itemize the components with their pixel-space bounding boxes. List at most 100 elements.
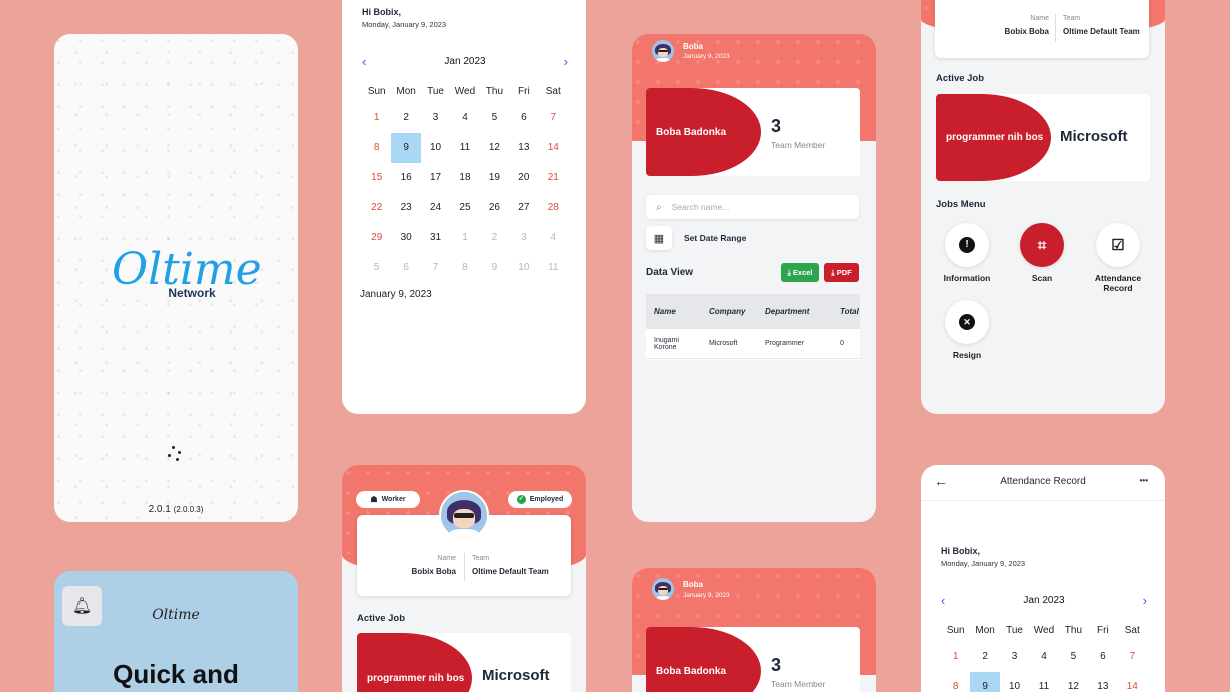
calendar-day[interactable]: 19 (480, 163, 509, 193)
calendar-day[interactable]: 28 (539, 193, 568, 223)
worker-badge[interactable]: ☗ Worker (356, 491, 420, 508)
worker-icon: ☗ (370, 495, 378, 504)
today-date: Monday, January 9, 2023 (362, 20, 447, 29)
excel-button[interactable]: ⤓ Excel (781, 263, 819, 282)
calendar-day[interactable]: 20 (509, 163, 538, 193)
calendar-day[interactable]: 13 (1088, 672, 1117, 692)
calendar-day[interactable]: 11 (539, 253, 568, 283)
calendar-day[interactable]: 17 (421, 163, 450, 193)
calendar-day[interactable]: 29 (362, 223, 391, 253)
calendar-day[interactable]: 6 (509, 103, 538, 133)
calendar-day[interactable]: 1 (362, 103, 391, 133)
calendar-day[interactable]: 2 (391, 103, 420, 133)
search-input[interactable]: ⌕ Search name... (646, 195, 859, 219)
calendar-day[interactable]: 23 (391, 193, 420, 223)
information-button[interactable]: ! Information (937, 223, 997, 283)
close-icon: ✕ (945, 300, 989, 344)
calendar-day[interactable]: 2 (970, 642, 999, 672)
calendar-day[interactable]: 4 (1029, 642, 1058, 672)
calendar-day[interactable]: 4 (539, 223, 568, 253)
calendar-day-selected[interactable]: 9 (970, 672, 1000, 692)
calendar-day[interactable]: 1 (941, 642, 970, 672)
more-icon[interactable]: ••• (1140, 476, 1148, 485)
member-count: 3 (771, 655, 782, 675)
active-job-title: Active Job (936, 73, 985, 84)
calendar-day[interactable]: 31 (421, 223, 450, 253)
search-placeholder: Search name... (671, 202, 730, 212)
calendar-day[interactable]: 24 (421, 193, 450, 223)
calendar-day[interactable]: 5 (362, 253, 391, 283)
calendar-day[interactable]: 8 (450, 253, 479, 283)
date-range-button[interactable]: ▦ Set Date Range (646, 226, 826, 250)
active-job-card[interactable]: programmer nih bos Microsoft (936, 94, 1150, 181)
calendar-day[interactable]: 22 (362, 193, 391, 223)
version-text: 2.0.1 (2.0.0.3) (148, 504, 204, 515)
prev-month-button[interactable]: ‹ (362, 54, 366, 69)
calendar-day[interactable]: 7 (539, 103, 568, 133)
calendar-day[interactable]: 14 (1118, 672, 1147, 692)
calendar-day[interactable]: 3 (421, 103, 450, 133)
calendar-day[interactable]: 4 (450, 103, 479, 133)
calendar-day[interactable]: 10 (509, 253, 538, 283)
calendar-day[interactable]: 1 (450, 223, 479, 253)
team-screen-2: Boba January 9, 2023 Boba Badonka 3 Team… (632, 568, 876, 692)
loading-spinner (166, 446, 184, 464)
calendar-day[interactable]: 10 (421, 133, 450, 163)
employed-badge[interactable]: ✓ Employed (508, 491, 572, 508)
calendar-day[interactable]: 16 (391, 163, 420, 193)
calendar-day[interactable]: 21 (539, 163, 568, 193)
calendar-day[interactable]: 6 (391, 253, 420, 283)
greeting: Hi Bobix, (362, 7, 402, 17)
next-month-button[interactable]: › (564, 54, 568, 69)
profile-screen: ☗ Worker ✓ Employed Name Bobix Boba Team O… (342, 465, 586, 692)
resign-button[interactable]: ✕ Resign (937, 300, 997, 360)
calendar-day[interactable]: 8 (941, 672, 970, 692)
calendar-day[interactable]: 5 (1059, 642, 1088, 672)
job-title: programmer nih bos (357, 633, 472, 692)
calendar-day[interactable]: 11 (450, 133, 479, 163)
calendar-day[interactable]: 14 (539, 133, 568, 163)
calendar-day[interactable]: 3 (1000, 642, 1029, 672)
calendar-day[interactable]: 3 (509, 223, 538, 253)
company-name: Microsoft (1060, 128, 1128, 145)
weekday-label: Mon (975, 625, 995, 636)
calendar-day[interactable]: 2 (480, 223, 509, 253)
calendar-day[interactable]: 18 (450, 163, 479, 193)
team-label: Team (472, 555, 490, 562)
calendar: ‹ Jan 2023 › Sun Mon Tue Wed Thu Fri Sat 1 2 3 4 5 6… (362, 54, 568, 283)
data-table: Name Company Department Total Inugami Ko… (646, 294, 860, 360)
avatar (439, 490, 489, 540)
calendar-day[interactable]: 8 (362, 133, 391, 163)
calendar-day[interactable]: 6 (1088, 642, 1117, 672)
pdf-button[interactable]: ⤓ PDF (824, 263, 859, 282)
calendar-day-selected[interactable]: 9 (391, 133, 421, 163)
calendar-day[interactable]: 5 (480, 103, 509, 133)
calendar-day[interactable]: 11 (1029, 672, 1058, 692)
table-row[interactable]: Inugami Korone Microsoft Programmer 0 (646, 329, 860, 359)
calendar-day[interactable]: 27 (509, 193, 538, 223)
prev-month-button[interactable]: ‹ (941, 593, 945, 608)
calendar-day[interactable]: 13 (509, 133, 538, 163)
active-job-card[interactable]: programmer nih bos Microsoft (357, 633, 571, 692)
calendar-day[interactable]: 30 (391, 223, 420, 253)
calendar-day[interactable]: 26 (480, 193, 509, 223)
calendar-day[interactable]: 12 (1059, 672, 1088, 692)
calendar-day[interactable]: 7 (421, 253, 450, 283)
calendar-day[interactable]: 12 (480, 133, 509, 163)
attendance-screen: ← Attendance Record ••• Hi Bobix, Monday… (921, 465, 1165, 692)
weekday-label: Mon (396, 86, 416, 97)
next-month-button[interactable]: › (1143, 593, 1147, 608)
calendar-day[interactable]: 25 (450, 193, 479, 223)
calendar-day[interactable]: 10 (1000, 672, 1029, 692)
weekday-label: Tue (427, 86, 444, 97)
onboarding-screen: 🔔︎ Oltime Quick and (54, 571, 298, 692)
scan-button[interactable]: ⌗ Scan (1012, 223, 1072, 283)
calendar-day[interactable]: 9 (480, 253, 509, 283)
user-date: January 9, 2023 (683, 53, 730, 60)
attendance-record-button[interactable]: ☑ Attendance Record (1088, 223, 1148, 293)
weekday-label: Sun (367, 86, 386, 97)
calendar-day[interactable]: 15 (362, 163, 391, 193)
calendar-grid: Sun Mon Tue Wed Thu Fri Sat 1 2 3 4 5 6 7 8 9 10 11 12 13 14 (941, 620, 1147, 692)
calendar-day[interactable]: 7 (1118, 642, 1147, 672)
user-avatar (652, 578, 674, 600)
